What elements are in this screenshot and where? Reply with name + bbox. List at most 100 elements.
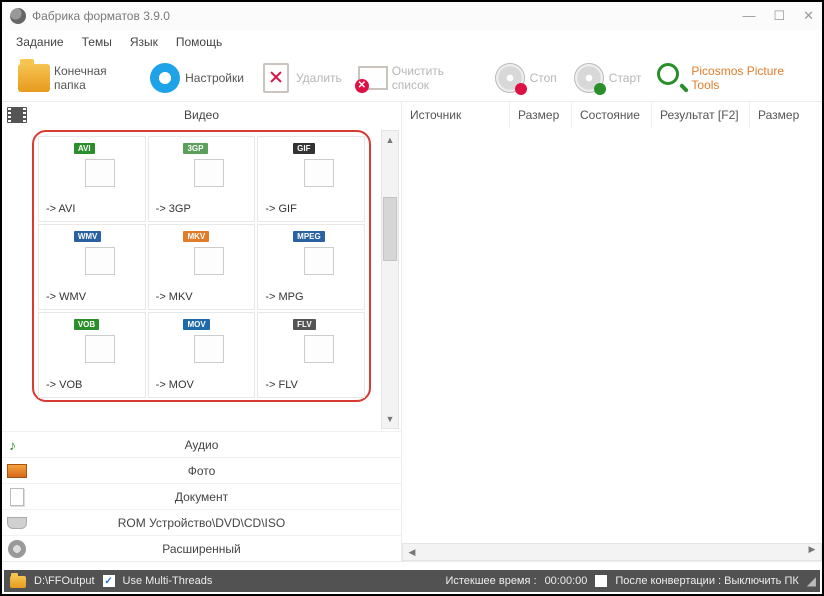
right-panel: Источник Размер Состояние Результат [F2]… (402, 102, 822, 561)
format-label: -> MOV (156, 379, 194, 391)
multithreads-checkbox[interactable]: ✓ (103, 575, 115, 587)
format-icon: MPEG (288, 231, 334, 275)
col-state[interactable]: Состояние (572, 102, 652, 128)
shutdown-checkbox[interactable]: ✓ (595, 575, 607, 587)
status-bar: D:\FFOutput ✓ Use Multi-Threads Истекшее… (4, 570, 820, 592)
clear-list-label: Очистить список (392, 64, 478, 92)
film-icon (7, 107, 27, 123)
scroll-down-arrow[interactable]: ▼ (382, 410, 398, 428)
format-tile-vob[interactable]: VOB -> VOB (38, 312, 146, 398)
format-tile-3gp[interactable]: 3GP -> 3GP (148, 136, 256, 222)
scroll-up-arrow[interactable]: ▲ (382, 131, 398, 149)
photo-icon (7, 464, 27, 478)
multithreads-label[interactable]: Use Multi-Threads (123, 575, 213, 587)
menu-bar: Задание Темы Язык Помощь (2, 30, 822, 54)
category-advanced-label: Расширенный (34, 542, 397, 556)
app-icon (10, 8, 26, 24)
col-source[interactable]: Источник (402, 102, 510, 128)
format-label: -> MKV (156, 291, 193, 303)
category-advanced[interactable]: Расширенный (2, 535, 401, 561)
menu-language[interactable]: Язык (130, 35, 158, 49)
delete-label: Удалить (296, 71, 342, 85)
left-panel: Видео AVI -> AVI 3GP -> 3GP GIF -> GIF WMV -> W… (2, 102, 402, 561)
start-label: Старт (609, 71, 642, 85)
stop-icon (495, 63, 525, 93)
picosmos-button[interactable]: Picosmos Picture Tools (651, 59, 812, 97)
stop-button[interactable]: Стоп (488, 59, 563, 97)
format-tile-avi[interactable]: AVI -> AVI (38, 136, 146, 222)
category-document-label: Документ (34, 490, 397, 504)
delete-button[interactable]: Удалить (254, 59, 348, 97)
picosmos-label: Picosmos Picture Tools (691, 64, 806, 92)
format-icon: FLV (288, 319, 334, 363)
format-tile-flv[interactable]: FLV-> FLV (257, 312, 365, 398)
format-tile-mpeg[interactable]: MPEG-> MPG (257, 224, 365, 310)
scroll-right-arrow[interactable]: ▶ (803, 544, 821, 555)
format-grid: AVI -> AVI 3GP -> 3GP GIF -> GIF WMV -> WMV MKV-… (38, 136, 365, 398)
resize-grip[interactable]: ◢ (807, 574, 814, 588)
category-video-label: Видео (34, 108, 397, 122)
minimize-button[interactable]: — (742, 8, 755, 24)
menu-task[interactable]: Задание (16, 35, 64, 49)
menu-skins[interactable]: Темы (82, 35, 112, 49)
format-label: -> VOB (46, 379, 82, 391)
horizontal-scrollbar[interactable]: ◀ ▶ (402, 543, 822, 561)
format-tile-mkv[interactable]: MKV-> MKV (148, 224, 256, 310)
elapsed-value: 00:00:00 (545, 575, 588, 587)
document-icon (10, 488, 24, 506)
table-body: ◀ ▶ (402, 128, 822, 561)
category-audio-label: Аудио (34, 438, 397, 452)
col-size2[interactable]: Размер (750, 102, 822, 128)
close-button[interactable]: ✕ (803, 8, 814, 24)
stop-label: Стоп (530, 71, 557, 85)
elapsed-label: Истекшее время : (445, 575, 536, 587)
format-icon: WMV (69, 231, 115, 275)
folder-small-icon[interactable] (10, 576, 26, 588)
start-button[interactable]: Старт (567, 59, 648, 97)
category-rom-label: ROM Устройство\DVD\CD\ISO (34, 516, 397, 530)
advanced-icon (8, 540, 26, 558)
format-tile-gif[interactable]: GIF -> GIF (257, 136, 365, 222)
settings-button[interactable]: Настройки (143, 59, 250, 97)
format-label: -> 3GP (156, 203, 191, 215)
format-icon: 3GP (178, 143, 224, 187)
settings-label: Настройки (185, 71, 244, 85)
clear-list-icon: ✕ (358, 66, 388, 90)
category-photo-label: Фото (34, 464, 397, 478)
category-video[interactable]: Видео (2, 102, 401, 128)
toolbar: Конечная папка Настройки Удалить ✕ Очист… (2, 54, 822, 102)
category-audio[interactable]: Аудио (2, 431, 401, 457)
clear-list-button[interactable]: ✕ Очистить список (352, 59, 484, 97)
col-result[interactable]: Результат [F2] (652, 102, 750, 128)
format-label: -> AVI (46, 203, 75, 215)
format-icon: AVI (69, 143, 115, 187)
col-size[interactable]: Размер (510, 102, 572, 128)
category-rom[interactable]: ROM Устройство\DVD\CD\ISO (2, 509, 401, 535)
format-label: -> WMV (46, 291, 86, 303)
format-label: -> GIF (265, 203, 296, 215)
category-document[interactable]: Документ (2, 483, 401, 509)
music-note-icon (9, 437, 25, 453)
vertical-scrollbar[interactable]: ▲ ▼ (381, 130, 399, 429)
menu-help[interactable]: Помощь (176, 35, 222, 49)
format-icon: VOB (69, 319, 115, 363)
maximize-button[interactable]: ☐ (773, 8, 785, 24)
shutdown-label[interactable]: После конвертации : Выключить ПК (615, 575, 798, 587)
scroll-thumb[interactable] (383, 197, 397, 261)
format-tile-wmv[interactable]: WMV -> WMV (38, 224, 146, 310)
format-grid-wrap: AVI -> AVI 3GP -> 3GP GIF -> GIF WMV -> WMV MKV-… (2, 128, 401, 431)
output-folder-button[interactable]: Конечная папка (12, 59, 139, 97)
app-title: Фабрика форматов 3.9.0 (32, 9, 742, 23)
magnifier-icon (657, 63, 687, 93)
category-list: Аудио Фото Документ ROM Устройство\DVD\C… (2, 431, 401, 561)
table-header: Источник Размер Состояние Результат [F2]… (402, 102, 822, 128)
format-tile-mov[interactable]: MOV -> MOV (148, 312, 256, 398)
output-path[interactable]: D:\FFOutput (34, 575, 95, 587)
category-photo[interactable]: Фото (2, 457, 401, 483)
delete-icon (263, 63, 289, 93)
gear-icon (150, 63, 180, 93)
format-grid-panel: AVI -> AVI 3GP -> 3GP GIF -> GIF WMV -> WMV MKV-… (32, 130, 371, 402)
scroll-left-arrow[interactable]: ◀ (403, 547, 421, 558)
format-icon: GIF (288, 143, 334, 187)
format-icon: MOV (178, 319, 224, 363)
